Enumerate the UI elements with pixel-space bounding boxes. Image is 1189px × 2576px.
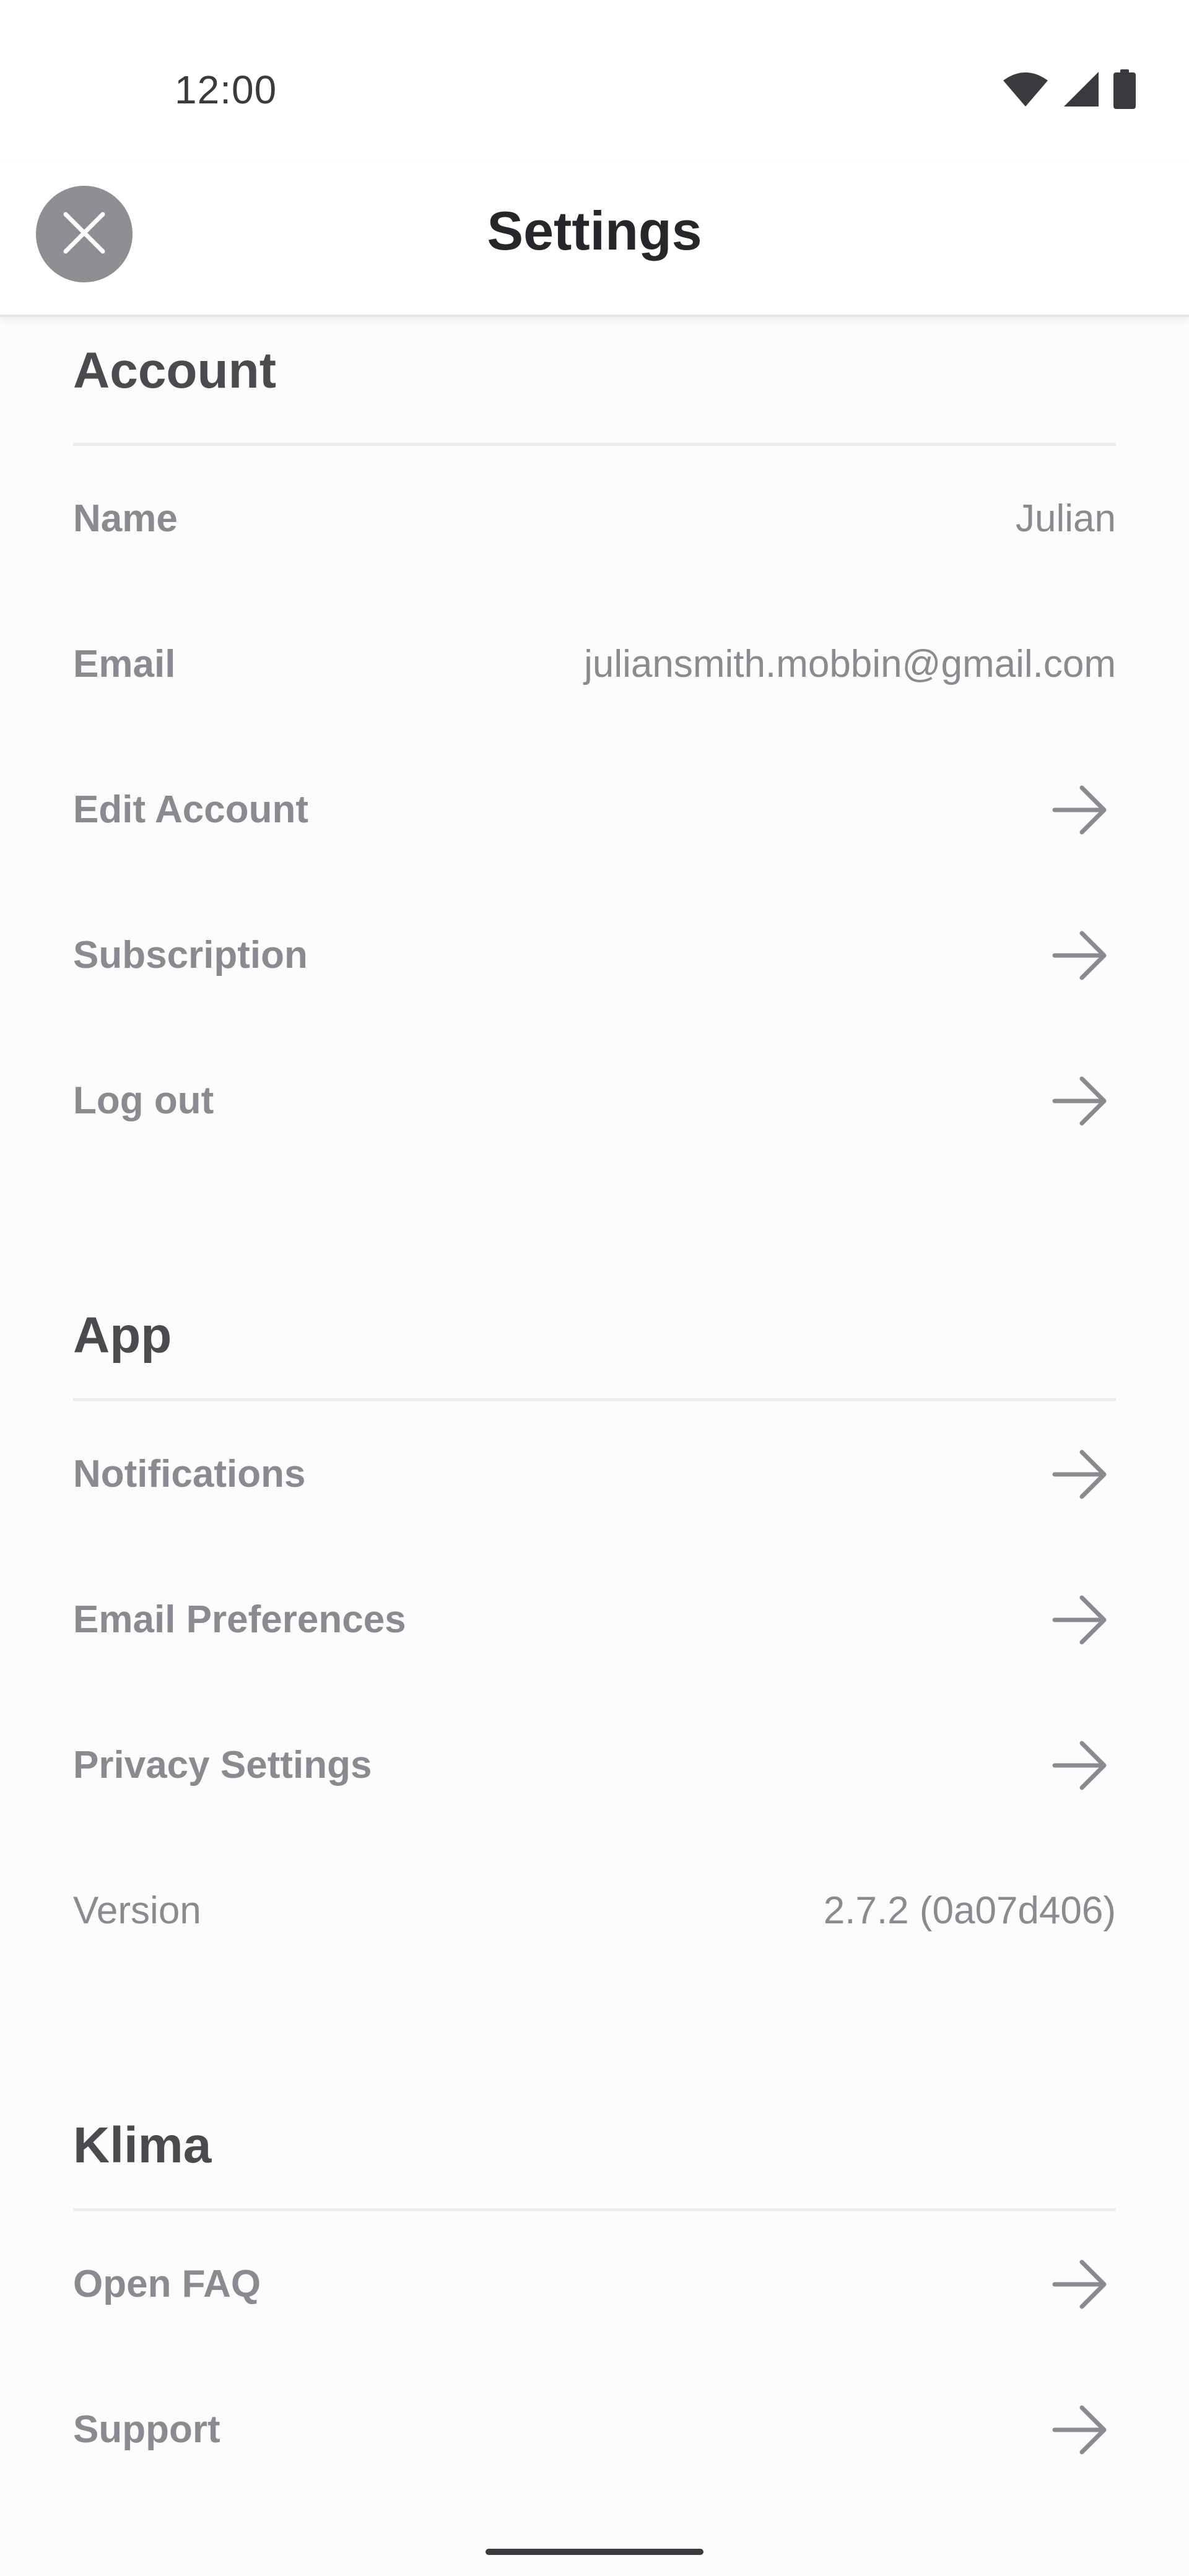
header-bar: Settings (0, 161, 1189, 317)
settings-screen: 12:00 Settings Account Name Julian Email… (0, 0, 1189, 2576)
wifi-icon (1002, 71, 1049, 111)
status-icons (1002, 69, 1136, 112)
arrow-right-icon (1049, 2253, 1111, 2315)
row-email-value: juliansmith.mobbin@gmail.com (584, 643, 1116, 685)
row-email-preferences[interactable]: Email Preferences (73, 1547, 1116, 1692)
row-open-faq-label: Open FAQ (73, 2263, 261, 2305)
section-title-klima: Klima (73, 2082, 1116, 2211)
section-title-app: App (73, 1273, 1116, 1401)
section-title-account: Account (73, 317, 1116, 446)
arrow-right-icon (1049, 779, 1111, 841)
row-privacy-settings[interactable]: Privacy Settings (73, 1692, 1116, 1838)
row-name-value: Julian (1016, 497, 1116, 540)
row-email: Email juliansmith.mobbin@gmail.com (73, 591, 1116, 737)
signal-icon (1063, 71, 1100, 111)
row-open-faq[interactable]: Open FAQ (73, 2211, 1116, 2357)
arrow-right-icon (1049, 1734, 1111, 1796)
row-version-label: Version (73, 1889, 201, 1932)
status-bar: 12:00 (0, 0, 1189, 161)
row-log-out-label: Log out (73, 1079, 214, 1122)
row-log-out[interactable]: Log out (73, 1028, 1116, 1173)
row-notifications[interactable]: Notifications (73, 1401, 1116, 1547)
row-support[interactable]: Support (73, 2357, 1116, 2502)
row-privacy-settings-label: Privacy Settings (73, 1744, 372, 1786)
home-indicator[interactable] (486, 2549, 703, 2555)
row-notifications-label: Notifications (73, 1453, 306, 1495)
row-subscription-label: Subscription (73, 934, 308, 977)
row-name-label: Name (73, 497, 178, 540)
settings-list: Account Name Julian Email juliansmith.mo… (0, 317, 1189, 2502)
arrow-right-icon (1049, 925, 1111, 986)
page-title: Settings (487, 200, 702, 261)
row-version-value: 2.7.2 (0a07d406) (823, 1889, 1116, 1932)
row-edit-account[interactable]: Edit Account (73, 737, 1116, 882)
row-edit-account-label: Edit Account (73, 788, 309, 831)
arrow-right-icon (1049, 1070, 1111, 1132)
row-email-label: Email (73, 643, 176, 685)
arrow-right-icon (1049, 1443, 1111, 1505)
battery-icon (1113, 69, 1136, 112)
arrow-right-icon (1049, 1589, 1111, 1651)
row-support-label: Support (73, 2408, 220, 2451)
arrow-right-icon (1049, 2399, 1111, 2461)
row-email-preferences-label: Email Preferences (73, 1598, 406, 1641)
status-time: 12:00 (175, 67, 277, 112)
row-version: Version 2.7.2 (0a07d406) (73, 1838, 1116, 1983)
row-name: Name Julian (73, 446, 1116, 591)
row-subscription[interactable]: Subscription (73, 882, 1116, 1028)
